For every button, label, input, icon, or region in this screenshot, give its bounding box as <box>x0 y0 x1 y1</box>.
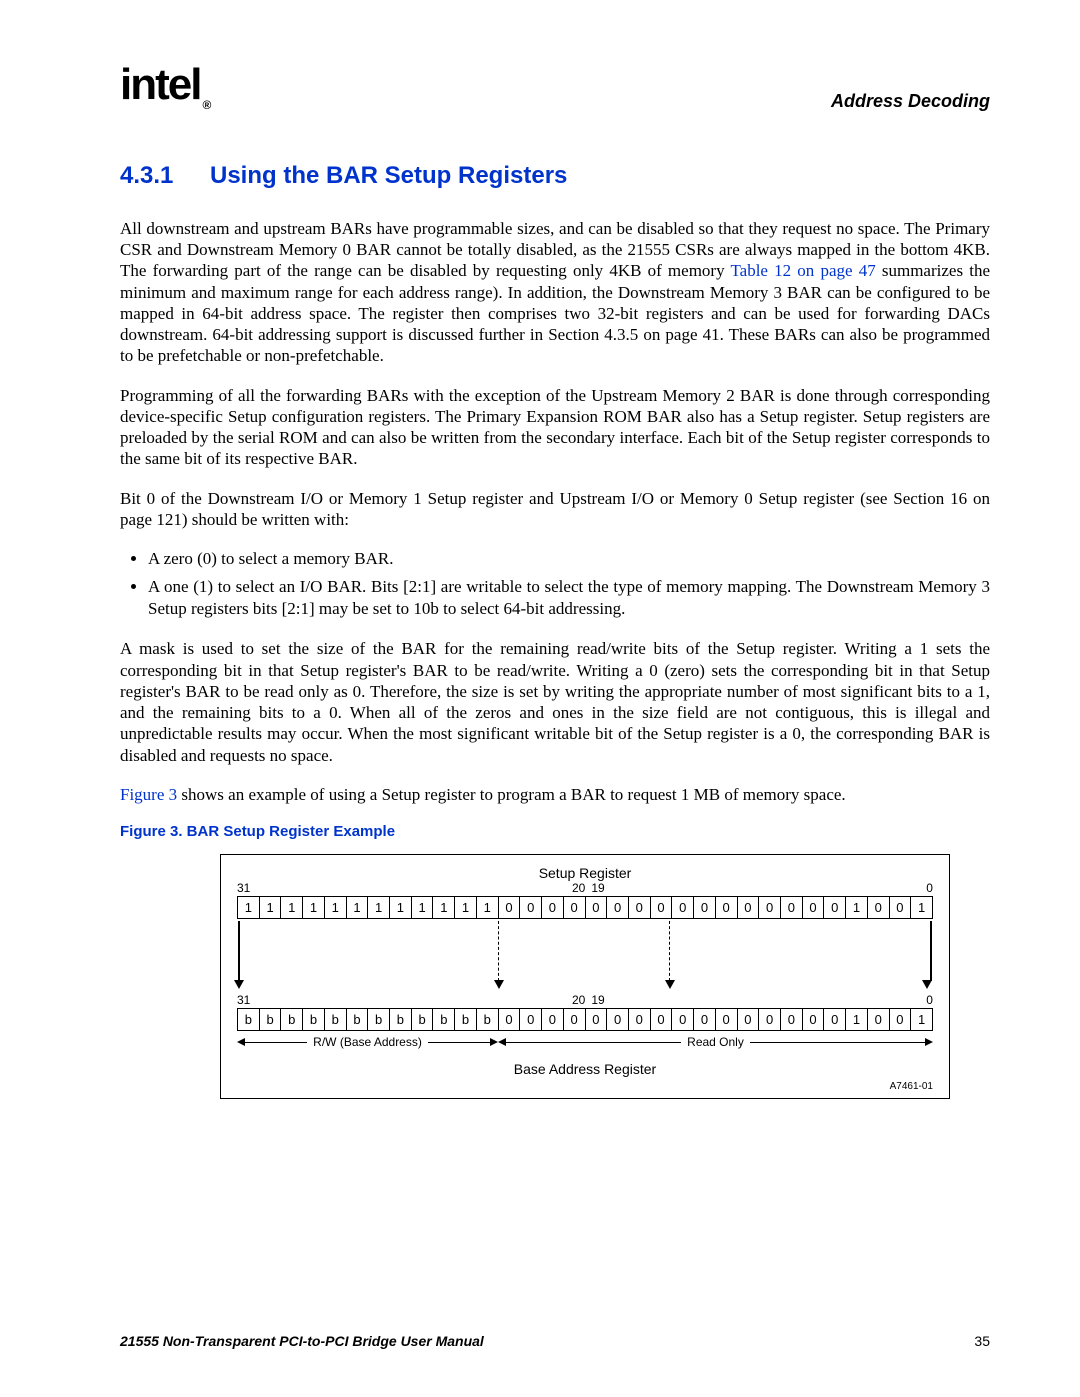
bit-cell: 0 <box>781 1009 803 1030</box>
bit-cell: 0 <box>890 1009 912 1030</box>
bit-cell: 1 <box>303 897 325 918</box>
bit-cell: b <box>433 1009 455 1030</box>
bit-cell: b <box>281 1009 303 1030</box>
bit-cell: 1 <box>347 897 369 918</box>
bit-cell: 0 <box>629 897 651 918</box>
figure-id: A7461-01 <box>237 1081 933 1092</box>
bit-cell: 0 <box>694 897 716 918</box>
figure-diagram: Setup Register 31 2019 0 111111111111000… <box>220 854 950 1099</box>
bit-cell: 0 <box>564 1009 586 1030</box>
bit-cell: b <box>238 1009 260 1030</box>
bit-cell: 1 <box>477 897 499 918</box>
bit-cell: 1 <box>455 897 477 918</box>
footer-title: 21555 Non-Transparent PCI-to-PCI Bridge … <box>120 1333 484 1349</box>
setup-register-bits: 11111111111100000000000000001001 <box>237 896 933 919</box>
bit-cell: 0 <box>520 1009 542 1030</box>
bit-cell: 0 <box>542 1009 564 1030</box>
bit-index-labels: 31 2019 0 <box>237 881 933 895</box>
bit-cell: 0 <box>651 897 673 918</box>
bit-cell: 1 <box>281 897 303 918</box>
bit-cell: 0 <box>868 1009 890 1030</box>
bit-cell: 0 <box>824 1009 846 1030</box>
bit-cell: 1 <box>911 897 932 918</box>
bit-cell: 0 <box>716 897 738 918</box>
page-footer: 21555 Non-Transparent PCI-to-PCI Bridge … <box>120 1333 990 1349</box>
paragraph: All downstream and upstream BARs have pr… <box>120 218 990 367</box>
list-item: A zero (0) to select a memory BAR. <box>148 548 990 570</box>
bit-cell: 0 <box>672 1009 694 1030</box>
bit-cell: 0 <box>629 1009 651 1030</box>
intel-logo: intel® <box>120 60 209 112</box>
figure-caption: Figure 3. BAR Setup Register Example <box>120 823 990 840</box>
bit-cell: 0 <box>672 897 694 918</box>
bit-cell: 0 <box>716 1009 738 1030</box>
bit-cell: 0 <box>586 1009 608 1030</box>
bit-cell: b <box>347 1009 369 1030</box>
bit-cell: 0 <box>499 897 521 918</box>
bit-cell: 0 <box>738 1009 760 1030</box>
bit-cell: 0 <box>868 897 890 918</box>
bit-cell: 0 <box>890 897 912 918</box>
bit-cell: 0 <box>803 1009 825 1030</box>
bit-cell: b <box>303 1009 325 1030</box>
mapping-arrows <box>237 921 933 991</box>
bit-cell: 0 <box>694 1009 716 1030</box>
section-heading: 4.3.1Using the BAR Setup Registers <box>120 162 990 190</box>
bit-cell: 0 <box>759 897 781 918</box>
bit-cell: b <box>260 1009 282 1030</box>
paragraph: Bit 0 of the Downstream I/O or Memory 1 … <box>120 488 990 531</box>
setup-register-label: Setup Register <box>237 865 933 881</box>
bit-cell: 0 <box>499 1009 521 1030</box>
bit-cell: 1 <box>238 897 260 918</box>
bit-cell: 1 <box>368 897 390 918</box>
section-number: 4.3.1 <box>120 162 210 190</box>
page-header: intel® Address Decoding <box>120 60 990 112</box>
bit-index-labels: 31 2019 0 <box>237 993 933 1007</box>
base-register-label: Base Address Register <box>237 1061 933 1077</box>
bit-cell: 0 <box>607 1009 629 1030</box>
bit-cell: 0 <box>651 1009 673 1030</box>
bullet-list: A zero (0) to select a memory BAR. A one… <box>148 548 990 620</box>
bit-cell: 0 <box>586 897 608 918</box>
chapter-title: Address Decoding <box>831 91 990 112</box>
bit-cell: 0 <box>803 897 825 918</box>
bit-cell: b <box>325 1009 347 1030</box>
bit-cell: 1 <box>433 897 455 918</box>
bit-cell: b <box>412 1009 434 1030</box>
list-item: A one (1) to select an I/O BAR. Bits [2:… <box>148 576 990 620</box>
bit-cell: 0 <box>520 897 542 918</box>
paragraph: Figure 3 shows an example of using a Set… <box>120 784 990 805</box>
bit-cell: 0 <box>607 897 629 918</box>
bit-cell: 1 <box>260 897 282 918</box>
bit-cell: 1 <box>325 897 347 918</box>
bit-cell: 1 <box>390 897 412 918</box>
bit-cell: 0 <box>824 897 846 918</box>
range-labels: R/W (Base Address) Read Only <box>237 1035 933 1055</box>
paragraph: Programming of all the forwarding BARs w… <box>120 385 990 470</box>
bit-cell: b <box>368 1009 390 1030</box>
bit-cell: 0 <box>564 897 586 918</box>
bit-cell: 1 <box>412 897 434 918</box>
bit-cell: 0 <box>759 1009 781 1030</box>
bit-cell: 1 <box>846 1009 868 1030</box>
table-link[interactable]: Table 12 on page 47 <box>730 261 875 280</box>
bit-cell: 0 <box>738 897 760 918</box>
page-number: 35 <box>974 1333 990 1349</box>
bit-cell: 0 <box>781 897 803 918</box>
bit-cell: 1 <box>846 897 868 918</box>
section-title: Using the BAR Setup Registers <box>210 162 567 189</box>
bit-cell: b <box>477 1009 499 1030</box>
logo-text: intel <box>120 60 200 109</box>
logo-registered: ® <box>202 98 209 112</box>
bit-cell: b <box>455 1009 477 1030</box>
base-address-register-bits: bbbbbbbbbbbb00000000000000001001 <box>237 1008 933 1031</box>
bit-cell: b <box>390 1009 412 1030</box>
paragraph: A mask is used to set the size of the BA… <box>120 638 990 766</box>
bit-cell: 0 <box>542 897 564 918</box>
bit-cell: 1 <box>911 1009 932 1030</box>
figure-link[interactable]: Figure 3 <box>120 785 177 804</box>
